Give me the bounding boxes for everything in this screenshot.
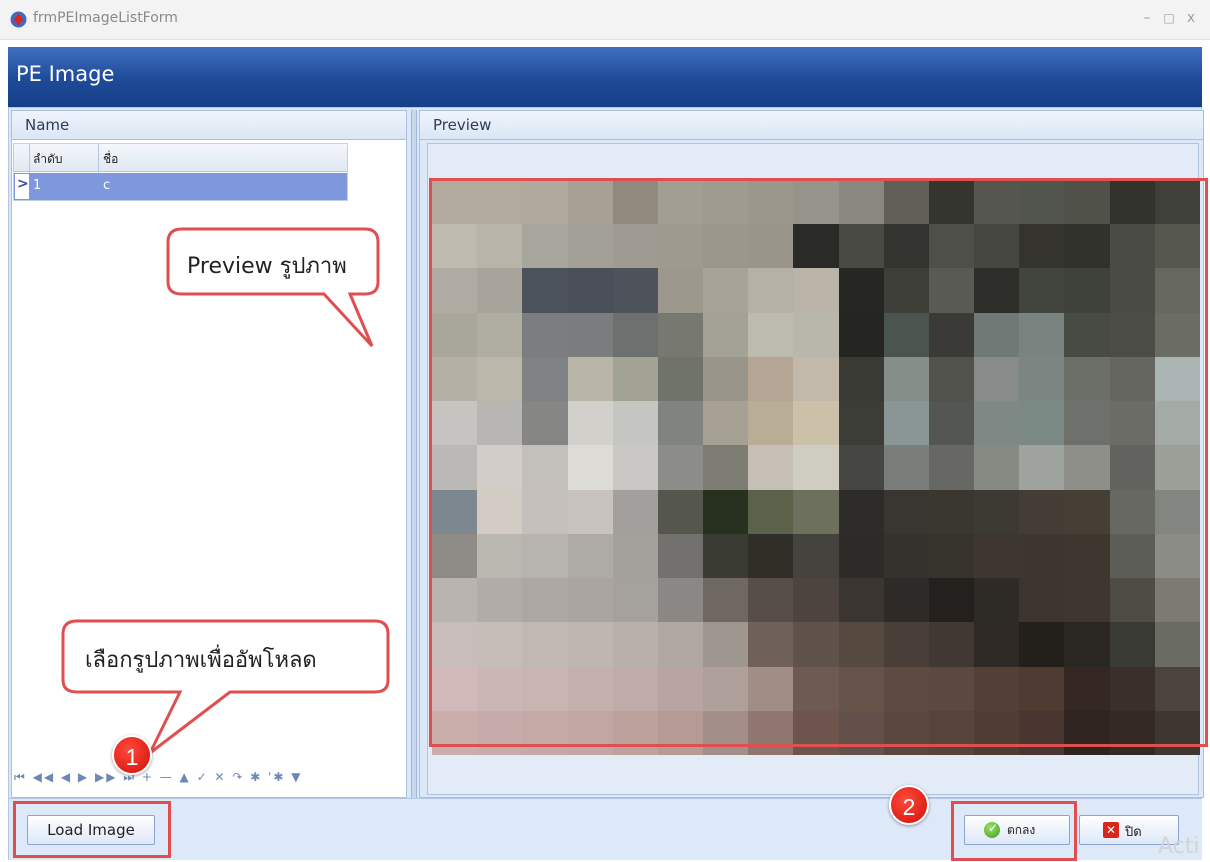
app-icon — [10, 11, 27, 28]
name-panel-title: Name — [12, 111, 406, 140]
step-badge-2: 2 — [889, 785, 929, 825]
preview-panel-title: Preview — [420, 111, 1203, 140]
callout-upload-text: เลือกรูปภาพเพื่ออัพโหลด — [85, 648, 317, 673]
ok-highlight-box — [951, 801, 1077, 861]
close-icon: ✕ — [1103, 822, 1119, 838]
row-indicator-icon: > — [17, 176, 29, 192]
panel-splitter[interactable] — [411, 110, 417, 798]
cell-order[interactable]: 1 — [33, 178, 41, 193]
load-image-highlight-box — [13, 801, 171, 858]
grid-header — [14, 144, 347, 172]
activation-watermark: Acti — [1158, 834, 1200, 859]
table-row[interactable] — [14, 173, 347, 200]
callout-upload-bubble — [61, 619, 390, 755]
header-banner — [8, 47, 1202, 107]
window-title-bar — [0, 0, 1210, 40]
data-navigator[interactable]: ⏮ ◀◀ ◀ ▶ ▶▶ ⏭ + — ▲ ✓ ✕ ↷ ✱ '✱ ▼ — [14, 770, 380, 790]
close-window-button[interactable]: x — [1182, 9, 1200, 27]
close-button-label: ปิด — [1125, 825, 1142, 840]
column-header-order[interactable]: ลำดับ — [33, 150, 63, 169]
column-header-name[interactable]: ชื่อ — [103, 150, 118, 169]
callout-preview-text: Preview รูปภาพ — [187, 254, 347, 279]
step-badge-1: 1 — [112, 735, 152, 775]
callout-preview-bubble — [166, 227, 380, 348]
window-title: frmPEImageListForm — [33, 10, 178, 26]
maximize-button[interactable]: □ — [1160, 9, 1178, 27]
cell-name[interactable]: c — [103, 178, 110, 193]
minimize-button[interactable]: – — [1138, 9, 1156, 27]
preview-highlight-box — [429, 178, 1208, 747]
page-title: PE Image — [16, 62, 115, 86]
